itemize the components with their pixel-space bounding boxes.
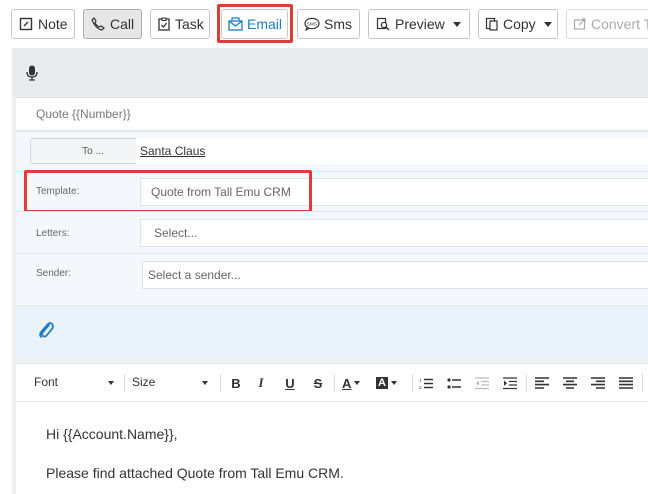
letters-label: Letters: (36, 228, 70, 239)
align-left-icon[interactable] (534, 374, 550, 392)
bullet-list-icon[interactable] (446, 374, 462, 392)
letters-row: Letters: Select... (16, 211, 648, 253)
convert-label: Convert T (591, 16, 648, 32)
chevron-down-icon (354, 381, 361, 385)
separator (334, 374, 335, 392)
phone-icon (90, 16, 106, 32)
message-body-greeting[interactable]: Hi {{Account.Name}}, (46, 426, 178, 442)
chevron-down-icon (390, 381, 397, 385)
outdent-icon[interactable] (474, 374, 490, 392)
separator (642, 374, 643, 392)
recipient-name[interactable]: Santa Claus (140, 144, 205, 158)
clipboard-icon (157, 16, 171, 32)
preview-dropdown[interactable]: Preview (368, 9, 470, 39)
font-dropdown[interactable]: Font (34, 375, 116, 389)
align-right-icon[interactable] (590, 374, 606, 392)
chevron-down-icon (202, 381, 208, 385)
message-body-text[interactable]: Please find attached Quote from Tall Emu… (46, 465, 344, 481)
font-label: Font (34, 375, 59, 389)
background-color-button[interactable]: A (376, 374, 404, 392)
sms-label: Sms (324, 16, 352, 32)
copy-dropdown[interactable]: Copy (478, 9, 558, 39)
preview-label: Preview (395, 16, 445, 32)
align-justify-icon[interactable] (618, 374, 634, 392)
call-button[interactable]: Call (83, 9, 142, 39)
template-row: Template: Quote from Tall Emu CRM (16, 171, 648, 211)
italic-button[interactable]: I (253, 374, 269, 392)
subject-text: Quote {{Number}} (36, 107, 131, 121)
sms-icon: SMS (304, 16, 320, 32)
task-button[interactable]: Task (150, 9, 210, 39)
magnifier-icon (375, 16, 391, 32)
sms-icon-text: SMS (307, 21, 317, 27)
sender-row: Sender: Select a sender... (16, 253, 648, 305)
template-select[interactable]: Quote from Tall Emu CRM (140, 178, 648, 206)
size-label: Size (132, 375, 156, 389)
sms-button[interactable]: SMS Sms (297, 9, 360, 39)
recipient-row: To ... Santa Claus (16, 131, 648, 171)
letters-select[interactable]: Select... (140, 219, 648, 247)
chevron-down-icon (108, 381, 114, 385)
convert-icon (573, 16, 587, 32)
email-label: Email (247, 16, 283, 32)
copy-label: Copy (503, 16, 536, 32)
email-icon (228, 16, 243, 32)
activity-toolbar: Note Call Task Email SMS Sms Preview Cop… (0, 0, 648, 48)
subject-field[interactable]: Quote {{Number}} (16, 97, 648, 129)
message-editor: Font Size B I U S A A 1 2 Hi {{Account.N… (16, 363, 648, 494)
sender-label: Sender: (36, 268, 72, 279)
separator (124, 374, 125, 392)
text-color-label: A (342, 375, 352, 391)
note-icon (18, 16, 34, 32)
compose-panel: Quote {{Number}} To ... Santa Claus Temp… (12, 48, 648, 494)
task-label: Task (175, 16, 204, 32)
separator (412, 374, 413, 392)
size-dropdown[interactable]: Size (132, 375, 214, 389)
call-label: Call (110, 16, 135, 32)
svg-text:1: 1 (419, 377, 422, 382)
svg-text:2: 2 (419, 385, 422, 390)
strikethrough-button[interactable]: S (310, 374, 326, 392)
indent-icon[interactable] (502, 374, 518, 392)
note-button[interactable]: Note (11, 9, 75, 39)
ordered-list-icon[interactable]: 12 (418, 374, 434, 392)
separator (220, 374, 221, 392)
editor-toolbar: Font Size B I U S A A 1 2 (16, 364, 648, 402)
underline-button[interactable]: U (282, 374, 298, 392)
align-center-icon[interactable] (562, 374, 578, 392)
convert-button[interactable]: Convert T (566, 9, 648, 39)
attachments-area (16, 305, 648, 359)
bold-button[interactable]: B (228, 374, 244, 392)
sender-select[interactable]: Select a sender... (142, 261, 648, 289)
microphone-icon[interactable] (26, 65, 38, 86)
template-label: Template: (36, 186, 80, 197)
chevron-down-icon (452, 21, 461, 27)
chevron-down-icon (543, 21, 552, 27)
email-button[interactable]: Email (221, 9, 288, 39)
text-color-button[interactable]: A (342, 374, 368, 392)
separator (526, 374, 527, 392)
note-label: Note (38, 16, 68, 32)
paperclip-icon[interactable] (38, 321, 54, 344)
recipient-field[interactable]: Santa Claus (136, 138, 648, 164)
background-color-label: A (376, 377, 388, 389)
dictation-bar (12, 48, 648, 96)
copy-icon (485, 16, 499, 32)
